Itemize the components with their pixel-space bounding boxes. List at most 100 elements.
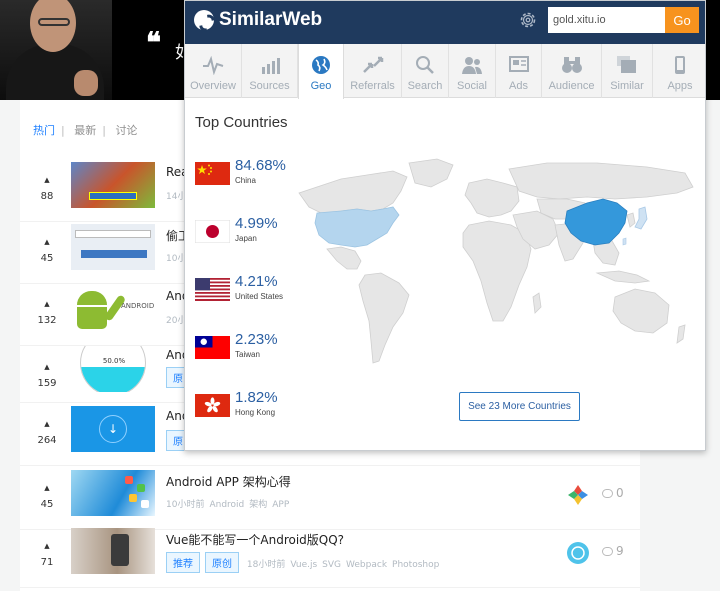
sources-icon	[261, 58, 280, 74]
country-share: 84.68%	[235, 157, 286, 174]
gear-icon[interactable]	[518, 10, 538, 30]
map-region-united-states	[314, 206, 400, 248]
taiwan-flag-icon	[195, 336, 230, 359]
similarweb-nav: Overview Sources Geo Referrals Search So…	[185, 44, 705, 99]
country-row-hong-kong[interactable]: 1.82% Hong Kong	[195, 389, 365, 423]
binoculars-icon	[561, 57, 582, 73]
map-region-new-zealand	[676, 324, 686, 344]
world-map[interactable]	[297, 157, 697, 367]
article-thumbnail[interactable]	[71, 528, 155, 574]
country-share: 1.82%	[235, 389, 278, 406]
map-region-indonesia	[595, 270, 651, 284]
map-region-australia	[612, 288, 670, 334]
comment-count[interactable]: 9	[602, 544, 624, 558]
tab-referrals[interactable]: Referrals	[344, 44, 402, 98]
upvote-arrow-icon: ▲	[44, 420, 50, 428]
vote-count: 45	[40, 499, 54, 510]
article-title[interactable]: Vue能不能写一个Android版QQ?	[166, 531, 344, 548]
article-meta: 推荐 原创 18小时前 Vue.js SVG Webpack Photoshop	[166, 552, 444, 573]
map-region-taiwan	[622, 237, 627, 246]
article-thumbnail[interactable]	[71, 224, 155, 270]
country-share: 2.23%	[235, 331, 278, 348]
tab-overview[interactable]: Overview	[185, 44, 242, 98]
overview-icon	[203, 55, 224, 75]
referrals-icon	[362, 56, 383, 73]
vote-count: 71	[40, 557, 54, 568]
map-region-europe	[464, 178, 520, 218]
tab-latest[interactable]: 最新	[74, 124, 96, 137]
article-thumbnail[interactable]: ↓	[71, 406, 155, 452]
tab-hot[interactable]: 热门	[33, 124, 55, 137]
country-name: United States	[235, 292, 284, 301]
author-avatar[interactable]	[567, 542, 589, 564]
comment-icon	[602, 489, 613, 498]
tab-discussion[interactable]: 讨论	[115, 124, 137, 137]
article-thumbnail[interactable]: 50.0%	[71, 346, 155, 392]
domain-input[interactable]	[548, 7, 665, 33]
vote-button[interactable]: ▲ 88	[35, 176, 59, 202]
japan-flag-icon	[195, 220, 230, 243]
tab-geo[interactable]: Geo	[298, 44, 344, 99]
map-region-madagascar	[532, 292, 542, 314]
country-share: 4.21%	[235, 273, 278, 290]
feed-tabs: 热门 | 最新 | 讨论	[33, 124, 138, 137]
vote-count: 159	[37, 378, 57, 389]
upvote-arrow-icon: ▲	[44, 238, 50, 246]
upvote-arrow-icon: ▲	[44, 484, 50, 492]
country-name: Hong Kong	[235, 408, 276, 417]
vote-button[interactable]: ▲ 159	[35, 363, 59, 389]
map-region-russia	[508, 162, 694, 200]
tag-badge[interactable]: 推荐	[166, 552, 200, 573]
tab-apps[interactable]: Apps	[653, 44, 705, 98]
upvote-arrow-icon: ▲	[44, 542, 50, 550]
china-flag-icon	[195, 162, 230, 185]
vote-button[interactable]: ▲ 264	[35, 420, 59, 446]
vote-count: 45	[40, 253, 54, 264]
similarweb-brand: SimilarWeb	[219, 9, 323, 30]
us-flag-icon	[195, 278, 230, 301]
comment-icon	[602, 547, 613, 556]
pinwheel-logo-icon[interactable]	[567, 484, 589, 506]
thumbnail-progress-text: 50.0%	[102, 357, 126, 365]
upvote-arrow-icon: ▲	[44, 363, 50, 371]
vote-count: 88	[40, 191, 54, 202]
map-region-mexico	[326, 246, 362, 270]
go-button[interactable]: Go	[665, 7, 699, 33]
list-item[interactable]: ▲ 71 Vue能不能写一个Android版QQ? 推荐 原创 18小时前 Vue.j…	[20, 528, 640, 588]
article-thumbnail[interactable]: ANDROID	[71, 286, 155, 332]
map-region-south-america	[358, 272, 410, 364]
vote-count: 264	[37, 435, 57, 446]
country-name: Taiwan	[235, 350, 260, 359]
list-item[interactable]: ▲ 45 Android APP 架构心得 10小时前 Android 架构 APP 0	[20, 470, 640, 530]
similarweb-popup: SimilarWeb Go Overview Sources Geo Refer…	[184, 0, 706, 451]
map-region-greenland	[408, 158, 454, 188]
country-share: 4.99%	[235, 215, 278, 232]
vote-count: 132	[37, 315, 57, 326]
vote-button[interactable]: ▲ 71	[35, 542, 59, 568]
article-meta: 10小时前 Android 架构 APP	[166, 500, 290, 510]
comment-count[interactable]: 0	[602, 486, 624, 500]
hong-kong-flag-icon	[195, 394, 230, 417]
vote-button[interactable]: ▲ 132	[35, 300, 59, 326]
tab-social[interactable]: Social	[449, 44, 496, 98]
download-arrow-icon: ↓	[99, 415, 127, 443]
map-region-japan	[634, 206, 648, 230]
vote-button[interactable]: ▲ 45	[35, 484, 59, 510]
article-thumbnail[interactable]	[71, 162, 155, 208]
ads-icon	[508, 56, 529, 72]
article-thumbnail[interactable]	[71, 470, 155, 516]
tag-badge[interactable]: 原创	[205, 552, 239, 573]
tab-similar[interactable]: Similar	[602, 44, 653, 98]
similar-icon	[617, 56, 636, 73]
tab-ads[interactable]: Ads	[496, 44, 542, 98]
upvote-arrow-icon: ▲	[44, 300, 50, 308]
vote-button[interactable]: ▲ 45	[35, 238, 59, 264]
social-icon	[462, 57, 482, 74]
tab-audience[interactable]: Audience	[542, 44, 602, 98]
see-more-countries-button[interactable]: See 23 More Countries	[459, 392, 580, 421]
article-title[interactable]: Android APP 架构心得	[166, 473, 291, 490]
tab-sources[interactable]: Sources	[242, 44, 298, 98]
tab-search[interactable]: Search	[402, 44, 449, 98]
globe-icon	[312, 56, 330, 74]
speaker-photo	[0, 0, 112, 100]
